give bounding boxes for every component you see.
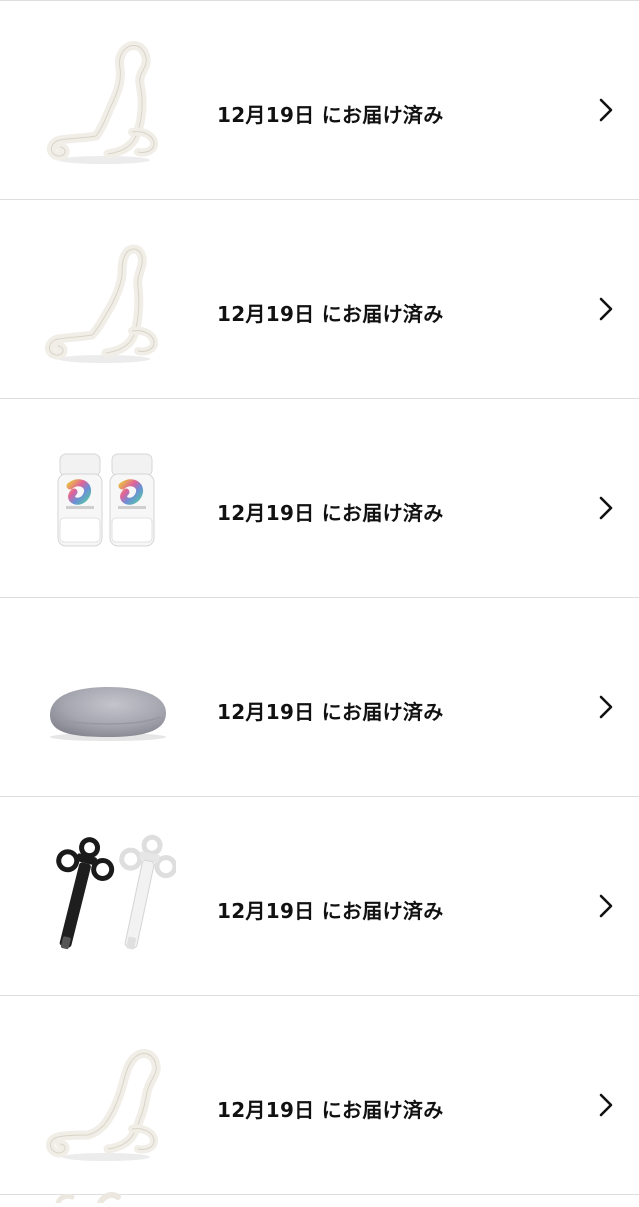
product-thumbnail[interactable]	[36, 36, 176, 166]
order-row[interactable]: 12月19日 にお届け済み	[0, 200, 639, 399]
product-thumbnail[interactable]	[36, 832, 176, 962]
product-thumbnail[interactable]	[36, 434, 176, 564]
lubricant-bottles-icon	[57, 453, 155, 547]
order-row[interactable]: 12月19日 にお届け済み	[0, 797, 639, 996]
delivery-status: 12月19日 にお届け済み	[217, 700, 444, 724]
chevron-right-icon[interactable]	[596, 694, 616, 720]
order-row[interactable]: 12月19日 にお届け済み	[0, 598, 639, 797]
order-row[interactable]: 12月19日 にお届け済み	[0, 399, 639, 598]
delivery-status: 12月19日 にお届け済み	[217, 1098, 444, 1122]
chevron-right-icon[interactable]	[596, 495, 616, 521]
chevron-right-icon[interactable]	[596, 893, 616, 919]
chevron-right-icon[interactable]	[596, 97, 616, 123]
delivery-status: 12月19日 にお届け済み	[217, 899, 444, 923]
order-list: 12月19日 にお届け済み 12月19日 にお届け済み 12月19日 にお届け済…	[0, 1, 639, 1195]
prostate-massager-icon	[45, 244, 159, 363]
order-row[interactable]: 12月19日 にお届け済み	[0, 996, 639, 1195]
delivery-status: 12月19日 にお届け済み	[217, 501, 444, 525]
product-thumbnail[interactable]	[36, 235, 176, 365]
prostate-massager-icon	[46, 1048, 161, 1161]
order-row-partial[interactable]	[0, 1188, 639, 1206]
gray-cushion-icon	[50, 687, 166, 741]
prostate-massager-icon	[47, 41, 159, 164]
chevron-right-icon[interactable]	[596, 296, 616, 322]
chevron-right-icon[interactable]	[596, 1092, 616, 1118]
order-row[interactable]: 12月19日 にお届け済み	[0, 1, 639, 200]
product-thumbnail[interactable]	[36, 633, 176, 763]
delivery-status: 12月19日 にお届け済み	[217, 302, 444, 326]
product-thumbnail[interactable]	[36, 1031, 176, 1161]
delivery-status: 12月19日 にお届け済み	[217, 103, 444, 127]
lube-applicator-syringes-icon	[56, 834, 176, 950]
product-thumbnail-partial-icon	[55, 1192, 121, 1206]
